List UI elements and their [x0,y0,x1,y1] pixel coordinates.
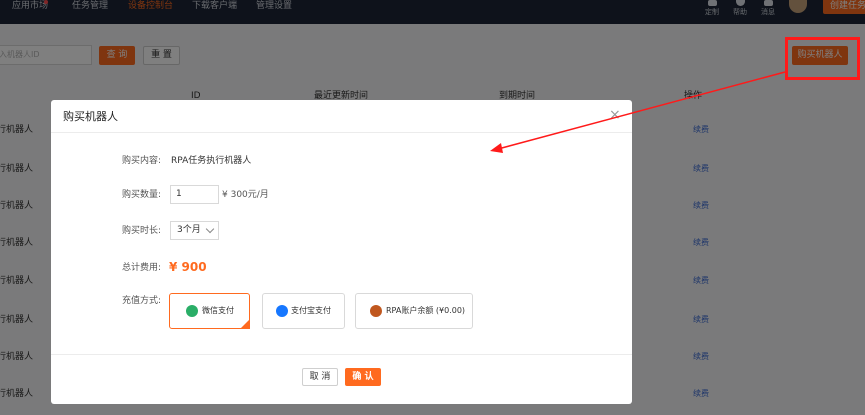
annotation-arrow [490,71,786,153]
annotation-arrow-line [497,71,786,150]
annotation-arrow-head [490,143,503,153]
